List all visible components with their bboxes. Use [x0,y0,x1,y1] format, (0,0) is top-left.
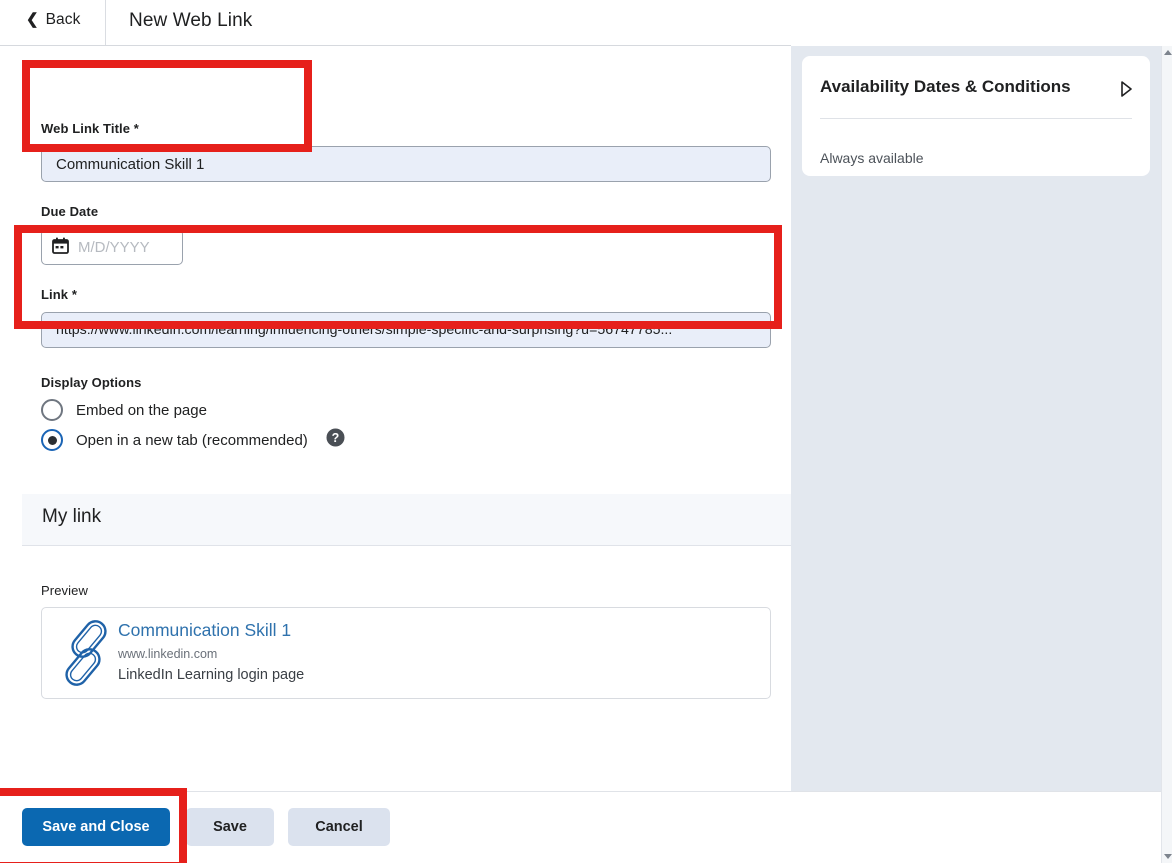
vertical-scrollbar[interactable] [1161,46,1172,863]
calendar-icon [52,237,69,258]
due-date-label: Due Date [41,204,99,219]
header-divider [105,0,106,46]
save-and-close-button[interactable]: Save and Close [22,808,170,846]
right-side-panel: Availability Dates & Conditions Always a… [791,46,1161,791]
web-link-title-input[interactable]: Communication Skill 1 [41,146,771,182]
radio-option-embed-on-page[interactable]: Embed on the page [41,399,207,421]
due-date-input[interactable]: M/D/YYYY [41,229,183,265]
radio-indicator-selected [41,429,63,451]
preview-domain: www.linkedin.com [118,647,218,661]
availability-card[interactable]: Availability Dates & Conditions Always a… [802,56,1150,176]
link-input[interactable]: https://www.linkedin.com/learning/influe… [41,312,771,348]
radio-option-open-new-tab[interactable]: Open in a new tab (recommended) ? [41,428,345,452]
preview-description: LinkedIn Learning login page [118,667,305,683]
my-link-heading: My link [42,506,102,527]
chevron-left-icon: ❮ [26,11,39,28]
caret-down-icon[interactable] [1162,851,1172,862]
my-link-section-band: My link [22,494,791,546]
page-title: New Web Link [129,10,253,31]
web-link-title-value: Communication Skill 1 [56,155,205,173]
caret-up-icon[interactable] [1162,47,1172,58]
toolbar-divider [22,791,1161,792]
display-options-label: Display Options [41,375,142,390]
triangle-right-icon[interactable] [1120,81,1133,102]
svg-text:?: ? [331,431,339,445]
link-value: https://www.linkedin.com/learning/influe… [56,322,673,338]
availability-heading: Availability Dates & Conditions [820,77,1071,96]
web-link-editor-page: ❮ Back New Web Link Web Link Title * Com… [0,0,1172,863]
due-date-placeholder: M/D/YYYY [78,238,150,256]
cancel-button[interactable]: Cancel [288,808,390,846]
preview-title-link[interactable]: Communication Skill 1 [118,620,291,641]
availability-divider [820,118,1132,119]
preview-label: Preview [41,583,88,598]
main-content-column: Web Link Title * Communication Skill 1 D… [0,46,791,791]
bottom-toolbar: Save and Close Save Cancel Visible [0,791,1172,863]
chain-link-icon [55,620,117,691]
back-button[interactable]: ❮ Back [26,11,80,29]
help-circle-icon[interactable]: ? [326,428,345,452]
back-button-label: Back [45,11,81,28]
link-preview-card[interactable]: Communication Skill 1 www.linkedin.com L… [41,607,771,699]
save-button[interactable]: Save [186,808,274,846]
radio-label-new-tab: Open in a new tab (recommended) [76,431,308,449]
availability-status: Always available [820,150,924,166]
link-label: Link * [41,287,77,302]
page-header: ❮ Back New Web Link [0,0,1172,46]
web-link-title-label: Web Link Title * [41,121,139,136]
radio-label-embed: Embed on the page [76,401,207,419]
radio-indicator [41,399,63,421]
